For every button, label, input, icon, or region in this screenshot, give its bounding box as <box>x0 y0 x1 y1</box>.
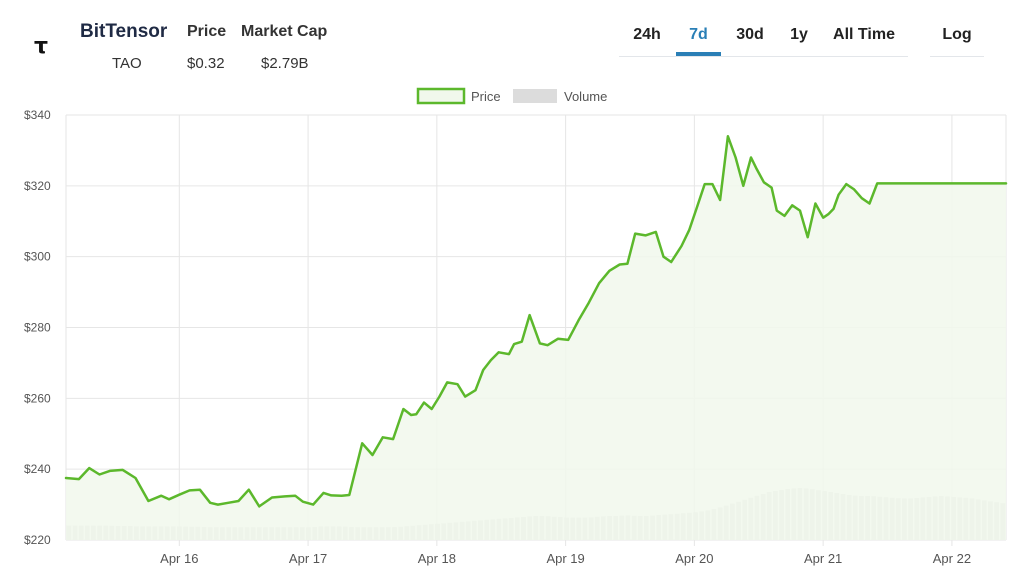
legend-price-label[interactable]: Price <box>471 89 501 104</box>
x-tick-label: Apr 20 <box>675 551 713 566</box>
price-series <box>64 135 1008 541</box>
price-chart: Price Volume $220 $240 $260 $280 $300 $320 $34… <box>24 87 1008 566</box>
x-tick-label: Apr 22 <box>933 551 971 566</box>
x-tick-label: Apr 21 <box>804 551 842 566</box>
price-area-fill <box>66 136 1006 541</box>
y-tick-label: $220 <box>24 533 51 547</box>
x-tick-label: Apr 17 <box>289 551 327 566</box>
legend-volume-label[interactable]: Volume <box>564 89 607 104</box>
chart-legend: Price Volume <box>416 87 607 105</box>
x-axis: Apr 16 Apr 17 Apr 18 Apr 19 Apr 20 Apr 21 Apr … <box>160 551 971 566</box>
y-tick-label: $320 <box>24 179 51 193</box>
y-tick-label: $260 <box>24 391 51 405</box>
legend-price-swatch[interactable] <box>416 87 466 105</box>
x-tick-label: Apr 16 <box>160 551 198 566</box>
x-tick-label: Apr 19 <box>546 551 584 566</box>
legend-volume-swatch[interactable] <box>513 89 557 103</box>
y-tick-label: $300 <box>24 250 51 264</box>
y-tick-label: $340 <box>24 108 51 122</box>
x-tick-label: Apr 18 <box>418 551 456 566</box>
y-tick-label: $280 <box>24 321 51 335</box>
y-tick-label: $240 <box>24 462 51 476</box>
y-axis: $220 $240 $260 $280 $300 $320 $340 <box>24 108 51 547</box>
